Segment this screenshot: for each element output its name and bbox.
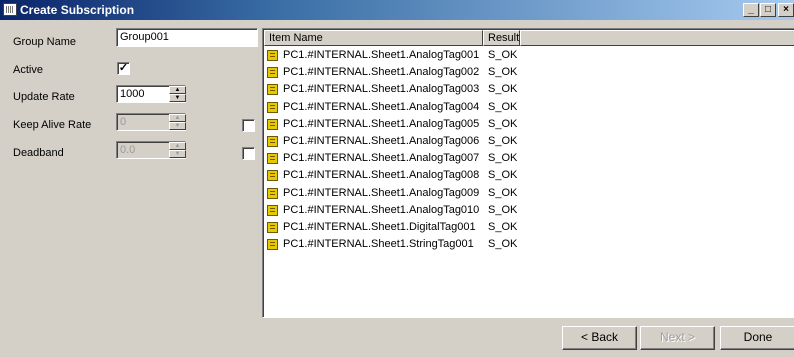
item-name-cell: PC1.#INTERNAL.Sheet1.AnalogTag003 bbox=[283, 83, 480, 96]
tag-icon bbox=[267, 67, 278, 79]
result-cell: S_OK bbox=[488, 135, 518, 147]
close-button[interactable]: × bbox=[778, 3, 794, 17]
item-name-cell: PC1.#INTERNAL.Sheet1.AnalogTag002 bbox=[283, 66, 480, 79]
app-icon[interactable] bbox=[3, 3, 17, 16]
spin-down-icon[interactable]: ▼ bbox=[169, 94, 186, 102]
item-name-cell: PC1.#INTERNAL.Sheet1.AnalogTag006 bbox=[283, 135, 480, 147]
result-cell: S_OK bbox=[488, 66, 518, 79]
group-name-input[interactable]: Group001 bbox=[116, 28, 258, 47]
update-rate-value: 1000 bbox=[120, 88, 145, 100]
update-rate-label: Update Rate bbox=[13, 91, 75, 103]
keep-alive-rate-label: Keep Alive Rate bbox=[13, 119, 92, 131]
result-cell: S_OK bbox=[488, 83, 518, 96]
spin-up-icon[interactable]: ▲ bbox=[169, 114, 186, 122]
window-title: Create Subscription bbox=[20, 3, 135, 17]
tag-icon bbox=[267, 170, 278, 182]
item-name-cell: PC1.#INTERNAL.Sheet1.AnalogTag008 bbox=[283, 169, 480, 182]
result-cell: S_OK bbox=[488, 100, 518, 113]
item-name-cell: PC1.#INTERNAL.Sheet1.AnalogTag007 bbox=[283, 152, 480, 165]
minimize-button[interactable]: _ bbox=[743, 3, 759, 17]
tag-icon bbox=[267, 187, 278, 199]
item-name-cell: PC1.#INTERNAL.Sheet1.AnalogTag009 bbox=[283, 186, 480, 199]
keep-alive-rate-value: 0 bbox=[120, 116, 127, 128]
active-label: Active bbox=[13, 64, 43, 76]
keep-alive-rate-spinner[interactable]: ▲ ▼ bbox=[169, 114, 186, 130]
column-header-filler bbox=[520, 30, 794, 46]
item-list[interactable]: Item Name Result PC1.#INTERNAL.Sheet1.An… bbox=[262, 28, 794, 318]
title-bar[interactable]: Create Subscription _ □ × bbox=[0, 0, 794, 20]
tag-icon bbox=[267, 136, 278, 147]
item-name-cell: PC1.#INTERNAL.Sheet1.AnalogTag004 bbox=[283, 100, 480, 113]
spin-down-icon[interactable]: ▼ bbox=[169, 150, 186, 158]
back-button[interactable]: < Back bbox=[562, 326, 637, 350]
keep-alive-enable-checkbox[interactable] bbox=[242, 119, 255, 132]
result-cell: S_OK bbox=[488, 49, 518, 61]
tag-icon bbox=[267, 204, 278, 216]
spin-up-icon[interactable]: ▲ bbox=[169, 86, 186, 94]
column-header-result[interactable]: Result bbox=[483, 30, 520, 46]
result-cell: S_OK bbox=[488, 117, 518, 130]
update-rate-spinner[interactable]: ▲ ▼ bbox=[169, 86, 186, 102]
spin-down-icon[interactable]: ▼ bbox=[169, 122, 186, 130]
deadband-enable-checkbox[interactable] bbox=[242, 147, 255, 160]
maximize-button[interactable]: □ bbox=[760, 3, 776, 17]
result-cell: S_OK bbox=[488, 152, 518, 165]
result-cell: S_OK bbox=[488, 186, 518, 199]
group-name-label: Group Name bbox=[13, 36, 76, 48]
tag-icon bbox=[267, 239, 278, 251]
tag-icon bbox=[267, 50, 278, 61]
result-cell: S_OK bbox=[488, 203, 518, 216]
item-name-cell: PC1.#INTERNAL.Sheet1.AnalogTag001 bbox=[283, 49, 480, 61]
deadband-value: 0.0 bbox=[120, 144, 136, 156]
tag-icon bbox=[267, 118, 278, 130]
result-cell: S_OK bbox=[488, 169, 518, 182]
tag-icon bbox=[267, 153, 278, 165]
item-name-cell: PC1.#INTERNAL.Sheet1.AnalogTag010 bbox=[283, 203, 480, 216]
item-name-cell: PC1.#INTERNAL.Sheet1.DigitalTag001 bbox=[283, 221, 476, 233]
column-header-item-name[interactable]: Item Name bbox=[264, 30, 483, 46]
item-name-cell: PC1.#INTERNAL.Sheet1.AnalogTag005 bbox=[283, 117, 480, 130]
next-button[interactable]: Next > bbox=[640, 326, 715, 350]
tag-icon bbox=[267, 84, 278, 96]
spin-up-icon[interactable]: ▲ bbox=[169, 142, 186, 150]
result-cell: S_OK bbox=[488, 221, 518, 233]
checkmark-icon: ✓ bbox=[118, 62, 129, 74]
active-checkbox[interactable]: ✓ bbox=[117, 62, 130, 75]
deadband-label: Deadband bbox=[13, 147, 64, 159]
tag-icon bbox=[267, 222, 278, 233]
done-button[interactable]: Done bbox=[720, 326, 794, 350]
item-name-cell: PC1.#INTERNAL.Sheet1.StringTag001 bbox=[283, 238, 474, 251]
deadband-spinner[interactable]: ▲ ▼ bbox=[169, 142, 186, 158]
result-cell: S_OK bbox=[488, 238, 518, 251]
tag-icon bbox=[267, 101, 278, 113]
